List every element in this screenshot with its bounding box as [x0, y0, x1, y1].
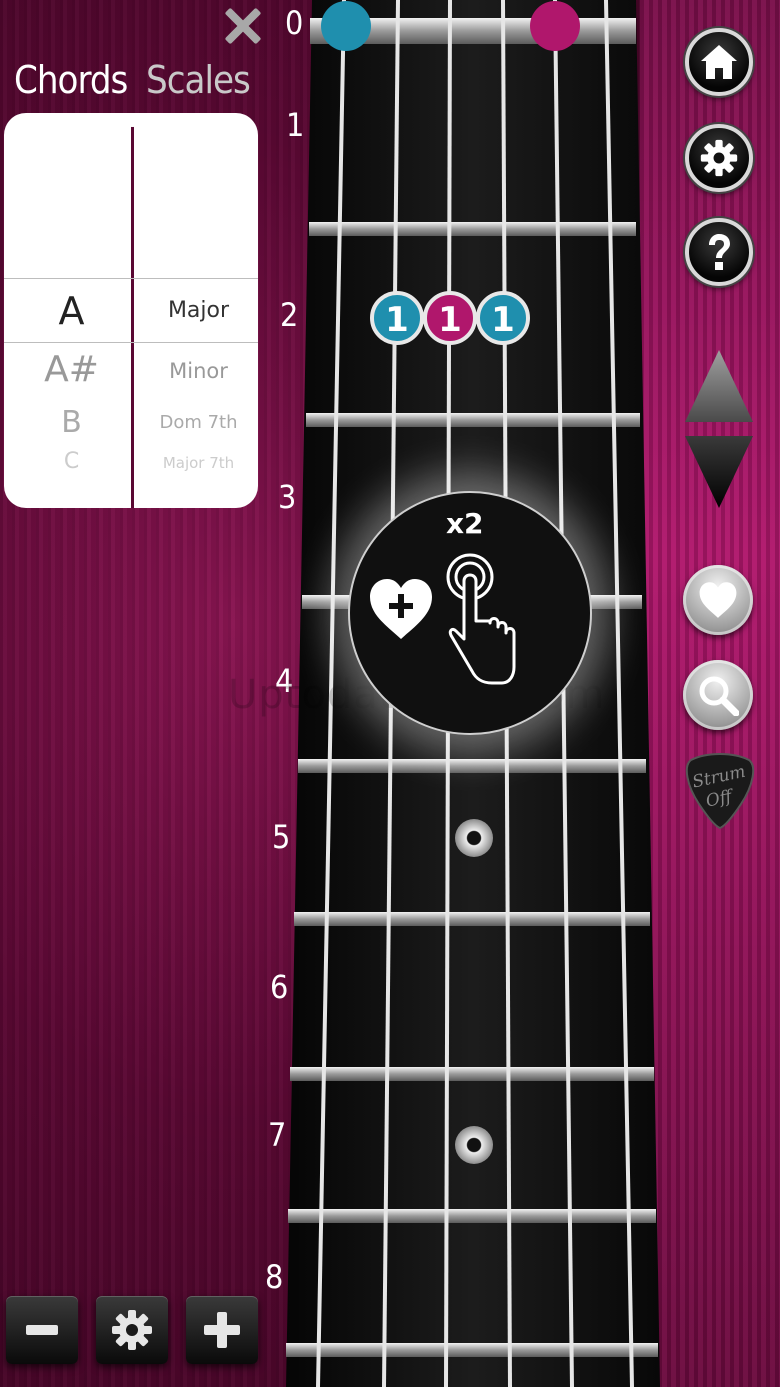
- note-option[interactable]: C: [8, 449, 135, 474]
- fret: [298, 759, 646, 773]
- settings-button-right[interactable]: [685, 124, 753, 192]
- fret: [309, 222, 636, 236]
- type-option[interactable]: Dom 7th: [135, 412, 258, 433]
- finger-marker: 1: [476, 291, 530, 345]
- tab-chords[interactable]: Chords: [14, 58, 128, 102]
- finger-number: 1: [385, 300, 409, 340]
- type-option[interactable]: Major 7th: [135, 454, 258, 472]
- type-option[interactable]: Minor: [135, 359, 258, 383]
- fret-number: 3: [278, 478, 297, 516]
- chord-selector-panel: Chords Scales A A# B C Major Minor Dom 7…: [0, 0, 265, 1387]
- fret: [306, 413, 640, 427]
- selection-line-bottom: [4, 342, 258, 343]
- fret-number: 7: [268, 1116, 287, 1154]
- search-button[interactable]: [683, 660, 753, 730]
- finger-number: 1: [438, 300, 462, 340]
- note-option[interactable]: B: [8, 405, 135, 440]
- fret: [286, 1343, 658, 1357]
- fret-number: 6: [270, 968, 289, 1006]
- gear-icon: [112, 1310, 152, 1350]
- fret-number: 5: [272, 818, 291, 856]
- type-option-selected[interactable]: Major: [135, 298, 258, 323]
- settings-button[interactable]: [96, 1296, 168, 1364]
- double-tap-label: x2: [446, 507, 484, 540]
- minus-icon: [26, 1325, 58, 1335]
- fret-number: 1: [286, 106, 305, 144]
- fret-inlay: [455, 1126, 493, 1164]
- fret-number: 0: [285, 4, 304, 42]
- finger-marker: 1: [370, 291, 424, 345]
- note-option[interactable]: A#: [8, 349, 135, 390]
- selection-line-top: [4, 278, 258, 279]
- help-button[interactable]: [685, 218, 753, 286]
- zoom-out-button[interactable]: [6, 1296, 78, 1364]
- home-button[interactable]: [685, 28, 753, 96]
- strum-toggle-pick[interactable]: Strum Off: [683, 752, 757, 830]
- finger-number: 1: [491, 300, 515, 340]
- fret: [290, 1067, 654, 1081]
- plus-icon: [204, 1312, 240, 1348]
- fret-number: 8: [265, 1258, 284, 1296]
- fret: [294, 912, 650, 926]
- chord-picker[interactable]: A A# B C Major Minor Dom 7th Major 7th: [4, 113, 258, 508]
- finger-marker: 1: [423, 291, 477, 345]
- add-favorite-hint-popup[interactable]: x2: [348, 491, 592, 735]
- gear-icon: [700, 139, 738, 177]
- heart-icon: [699, 582, 737, 618]
- close-icon[interactable]: [220, 4, 264, 48]
- tab-scales[interactable]: Scales: [146, 58, 251, 102]
- open-string-marker-teal: [321, 1, 371, 51]
- heart-plus-icon: [370, 579, 432, 639]
- arrow-up-icon[interactable]: [683, 348, 755, 428]
- question-icon: [709, 234, 730, 270]
- fret: [288, 1209, 656, 1223]
- note-option-selected[interactable]: A: [8, 289, 135, 333]
- open-string-marker-magenta: [530, 1, 580, 51]
- search-icon: [699, 676, 739, 716]
- home-icon: [701, 45, 737, 79]
- fret-number: 2: [280, 296, 299, 334]
- favorite-button[interactable]: [683, 565, 753, 635]
- pointer-hand-icon: [446, 553, 516, 685]
- fret-inlay: [455, 819, 493, 857]
- zoom-in-button[interactable]: [186, 1296, 258, 1364]
- arrow-down-icon[interactable]: [683, 432, 755, 512]
